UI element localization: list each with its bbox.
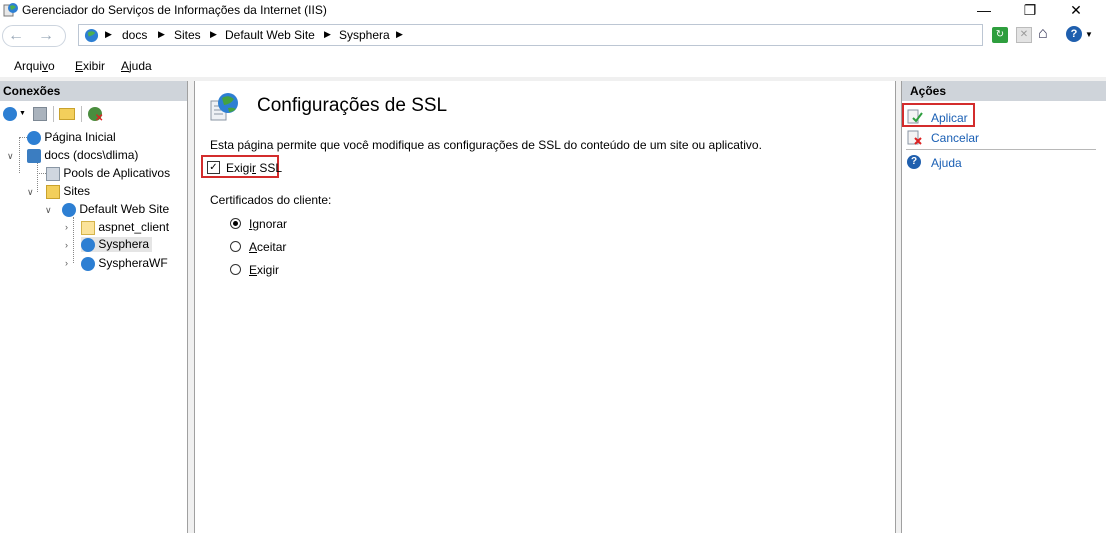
- tree-label: Sites: [63, 184, 91, 198]
- chevron-down-icon[interactable]: ∨: [45, 205, 52, 216]
- radio-ignore[interactable]: [230, 218, 241, 229]
- tree-item-home[interactable]: Página Inicial: [27, 130, 116, 145]
- tree-item-aspnet-client[interactable]: aspnet_client: [81, 220, 169, 235]
- radio-require-label[interactable]: Exigir: [249, 263, 279, 277]
- breadcrumb-separator-icon: ▶: [324, 29, 331, 39]
- tree-line: [37, 173, 46, 174]
- menu-arquivo[interactable]: Arquivo: [14, 59, 55, 73]
- chevron-right-icon[interactable]: ›: [65, 240, 68, 250]
- iis-app-icon: [3, 3, 18, 17]
- breadcrumb-docs[interactable]: docs: [122, 28, 147, 42]
- require-ssl-checkbox[interactable]: ✓: [207, 161, 220, 174]
- refresh-icon[interactable]: ↻: [992, 27, 1008, 43]
- tree-item-server[interactable]: docs (docs\dlima): [27, 148, 138, 163]
- radio-accept-label[interactable]: Aceitar: [249, 240, 286, 254]
- sites-folder-icon: [46, 184, 60, 199]
- disconnect-x-icon: ✕: [95, 113, 104, 124]
- breadcrumb-separator-icon: ▶: [158, 29, 165, 39]
- tree-line: [73, 217, 74, 263]
- radio-accept[interactable]: [230, 241, 241, 252]
- breadcrumb-sites[interactable]: Sites: [174, 28, 201, 42]
- globe-icon: [62, 202, 76, 217]
- server-icon: [27, 148, 41, 163]
- tree-label: Default Web Site: [79, 202, 170, 216]
- tree-item-app-pools[interactable]: Pools de Aplicativos: [46, 166, 170, 181]
- breadcrumb-separator-icon: ▶: [210, 29, 217, 39]
- page-title: Configurações de SSL: [257, 95, 448, 116]
- chevron-down-icon[interactable]: ▼: [19, 110, 26, 117]
- window-title: Gerenciador do Serviços de Informações d…: [22, 3, 327, 17]
- save-icon[interactable]: [33, 107, 47, 121]
- require-ssl-label[interactable]: Exigir SSL: [226, 161, 282, 175]
- app-pool-icon: [46, 166, 60, 181]
- apply-link[interactable]: Aplicar: [931, 111, 968, 125]
- breadcrumb-separator-icon: ▶: [105, 29, 112, 39]
- nav-buttons-frame: [2, 25, 66, 47]
- tree-line: [19, 137, 20, 173]
- chevron-right-icon[interactable]: ›: [65, 258, 68, 268]
- close-icon[interactable]: ✕: [1053, 0, 1099, 20]
- folder-icon: [81, 220, 95, 235]
- connections-header: Conexões: [0, 81, 187, 101]
- connect-icon[interactable]: [3, 107, 17, 121]
- radio-ignore-label[interactable]: Ignorar: [249, 217, 287, 231]
- iis-address-icon: [84, 28, 99, 43]
- menu-exibir[interactable]: Exibir: [75, 59, 105, 73]
- apply-icon: [907, 109, 923, 124]
- iis-home-icon: [27, 130, 41, 145]
- up-folder-icon[interactable]: [59, 108, 75, 120]
- tree-label: SyspheraWF: [98, 256, 168, 270]
- tree-item-default-web-site[interactable]: Default Web Site: [62, 202, 169, 217]
- help-icon: ?: [907, 155, 921, 169]
- chevron-down-icon[interactable]: ∨: [7, 151, 14, 162]
- stop-icon[interactable]: ✕: [1016, 27, 1032, 43]
- help-icon[interactable]: ?: [1066, 26, 1082, 42]
- cancel-icon: [907, 130, 922, 145]
- tree-item-sites[interactable]: Sites: [46, 184, 90, 199]
- page-description: Esta página permite que você modifique a…: [210, 138, 762, 152]
- breadcrumb-default-web-site[interactable]: Default Web Site: [225, 28, 315, 42]
- tree-label: aspnet_client: [98, 220, 170, 234]
- client-certificates-label: Certificados do cliente:: [210, 193, 332, 207]
- actions-header: Ações: [902, 81, 1106, 101]
- menu-ajuda[interactable]: Ajuda: [121, 59, 152, 73]
- tree-label: docs (docs\dlima): [44, 148, 139, 162]
- breadcrumb-separator-icon: ▶: [396, 29, 403, 39]
- minimize-icon[interactable]: —: [961, 0, 1007, 20]
- help-link[interactable]: Ajuda: [931, 156, 962, 170]
- cancel-link[interactable]: Cancelar: [931, 131, 979, 145]
- restore-icon[interactable]: ❐: [1007, 0, 1053, 20]
- ssl-globe-icon: [210, 93, 238, 121]
- tree-label: Pools de Aplicativos: [63, 166, 171, 180]
- tree-line: [37, 162, 38, 192]
- chevron-down-icon[interactable]: ▼: [1085, 30, 1093, 39]
- breadcrumb-sysphera[interactable]: Sysphera: [339, 28, 390, 42]
- tree-item-syspherawf[interactable]: SyspheraWF: [81, 256, 168, 271]
- globe-icon: [81, 256, 95, 271]
- toolbar-divider: [53, 106, 54, 122]
- globe-icon: [81, 237, 95, 252]
- home-icon[interactable]: ⌂: [1038, 25, 1056, 43]
- tree-item-sysphera[interactable]: Sysphera: [81, 237, 153, 252]
- tree-label: Sysphera: [98, 237, 150, 251]
- actions-divider: [906, 149, 1096, 150]
- tree-label: Página Inicial: [44, 130, 116, 144]
- chevron-right-icon[interactable]: ›: [65, 222, 68, 232]
- chevron-down-icon[interactable]: ∨: [27, 187, 34, 198]
- toolbar-divider: [81, 106, 82, 122]
- tree-line: [19, 137, 27, 138]
- radio-require[interactable]: [230, 264, 241, 275]
